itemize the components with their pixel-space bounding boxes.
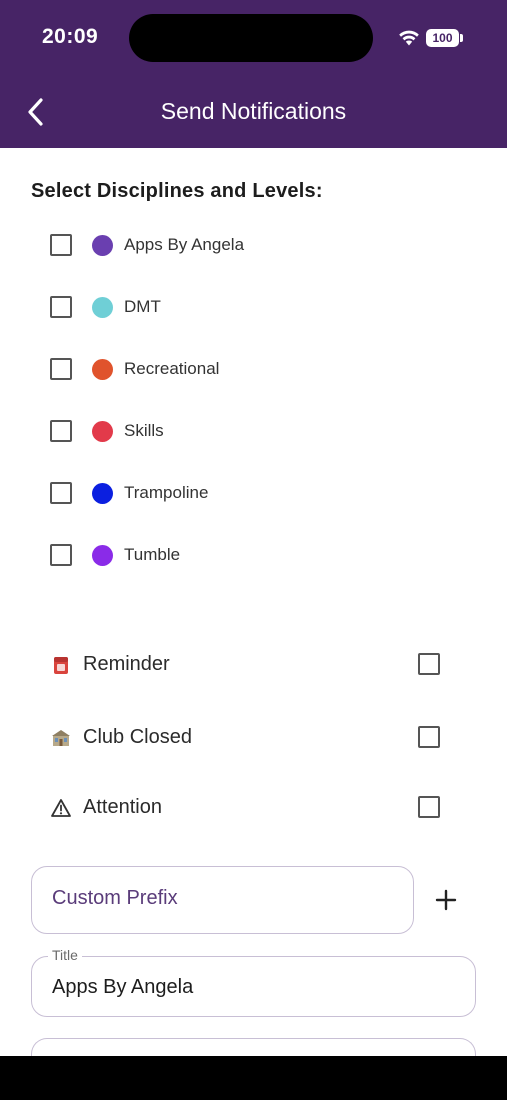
plus-icon[interactable] (430, 884, 462, 916)
discipline-color-dot (92, 421, 113, 442)
title-field[interactable]: Title (31, 947, 476, 1017)
discipline-row-skills[interactable]: Skills (50, 416, 450, 446)
discipline-row-apps-by-angela[interactable]: Apps By Angela (50, 230, 450, 260)
reminder-icon (54, 657, 68, 674)
discipline-checkbox[interactable] (50, 358, 72, 380)
discipline-color-dot (92, 483, 113, 504)
discipline-color-dot (92, 297, 113, 318)
custom-prefix-field[interactable] (31, 866, 414, 934)
title-field-label: Title (48, 947, 82, 963)
custom-prefix-input[interactable] (52, 887, 392, 910)
send-notifications-screen: 20:09 100 Send Notifications Select Disc… (0, 0, 507, 1100)
type-label: Reminder (83, 653, 170, 675)
dynamic-island (129, 14, 373, 62)
discipline-row-tumble[interactable]: Tumble (50, 540, 450, 570)
discipline-checkbox[interactable] (50, 234, 72, 256)
type-row-reminder[interactable]: Reminder (50, 648, 450, 682)
discipline-label: Trampoline (124, 483, 209, 502)
discipline-label: Apps By Angela (124, 235, 245, 254)
attention-checkbox[interactable] (418, 796, 440, 818)
discipline-color-dot (92, 235, 113, 256)
discipline-label: Skills (124, 421, 164, 440)
discipline-checkbox[interactable] (50, 420, 72, 442)
warning-icon (51, 799, 71, 817)
discipline-row-recreational[interactable]: Recreational (50, 354, 450, 384)
discipline-checkbox[interactable] (50, 296, 72, 318)
disciplines-heading: Select Disciplines and Levels: (31, 180, 323, 202)
discipline-label: Recreational (124, 359, 220, 378)
club-closed-checkbox[interactable] (418, 726, 440, 748)
bottom-black-bar (0, 1056, 507, 1100)
club-closed-icon (52, 730, 70, 746)
app-bar: 20:09 100 Send Notifications (0, 0, 507, 148)
discipline-label: Tumble (124, 545, 181, 564)
discipline-row-dmt[interactable]: DMT (50, 292, 450, 322)
type-label: Attention (83, 796, 162, 818)
battery-tip (460, 34, 463, 42)
wifi-icon (399, 30, 419, 46)
discipline-color-dot (92, 545, 113, 566)
reminder-checkbox[interactable] (418, 653, 440, 675)
type-label: Club Closed (83, 726, 192, 748)
status-time: 20:09 (42, 25, 99, 48)
title-input[interactable] (52, 976, 452, 999)
discipline-checkbox[interactable] (50, 544, 72, 566)
page-title: Send Notifications (160, 98, 347, 124)
type-row-club-closed[interactable]: Club Closed (50, 721, 450, 755)
discipline-row-trampoline[interactable]: Trampoline (50, 478, 450, 508)
discipline-color-dot (92, 359, 113, 380)
discipline-label: DMT (124, 297, 161, 316)
discipline-checkbox[interactable] (50, 482, 72, 504)
type-row-attention[interactable]: Attention (50, 791, 450, 825)
battery-indicator: 100 (426, 29, 459, 47)
